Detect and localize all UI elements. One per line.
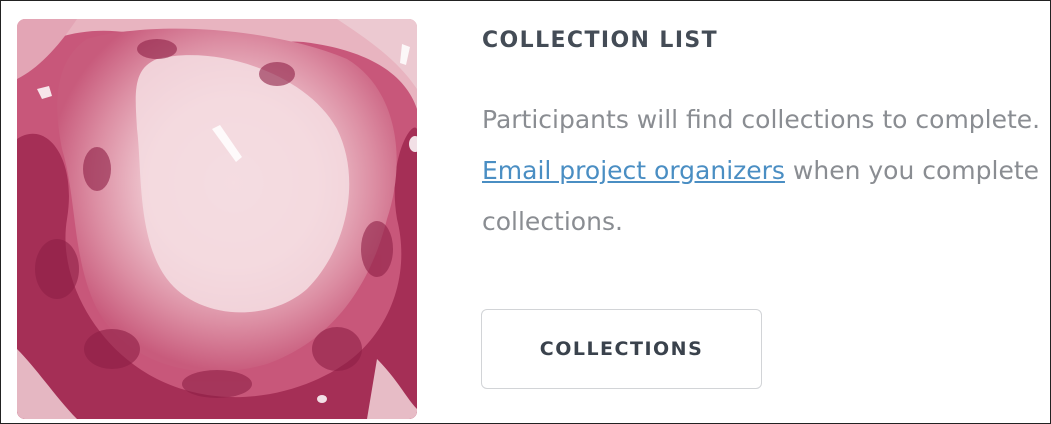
collections-button[interactable]: COLLECTIONS: [481, 309, 762, 389]
email-organizers-link[interactable]: Email project organizers: [482, 156, 785, 185]
card-description: Participants will find collections to co…: [482, 94, 1050, 247]
histology-slide-image: [17, 19, 417, 419]
description-text-before: Participants will find collections to co…: [482, 105, 1041, 134]
card-title: COLLECTION LIST: [482, 28, 719, 53]
collection-card: COLLECTION LIST Participants will find c…: [0, 0, 1051, 424]
